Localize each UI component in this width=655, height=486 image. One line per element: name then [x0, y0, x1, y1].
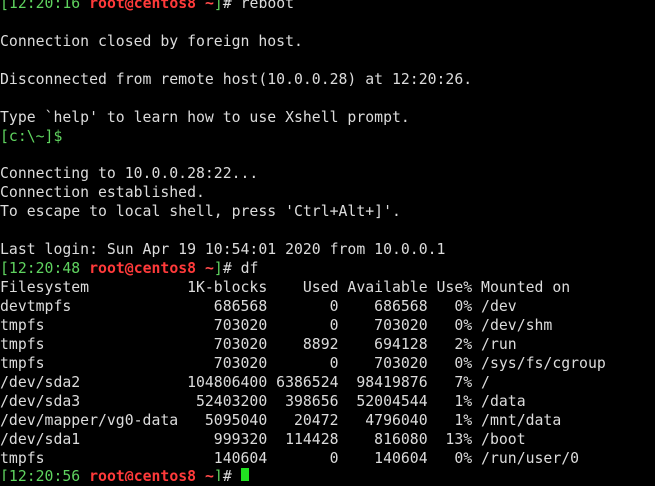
terminal-line: tmpfs 140604 0 140604 0% /run/user/0 — [0, 450, 655, 469]
prompt-at: @ — [124, 0, 134, 12]
shell-prompt-line: [12:20:56 root@centos8 ~]# — [0, 468, 655, 481]
output-text: /dev/sda2 104806400 6386524 98419876 7% … — [0, 373, 490, 391]
terminal-line: Connection established. — [0, 184, 655, 203]
prompt-bracket-open: [ — [0, 0, 9, 12]
terminal-line: [c:\~]$ — [0, 128, 655, 147]
command-text: df — [240, 260, 259, 278]
terminal-line: tmpfs 703020 8892 694128 2% /run — [0, 336, 655, 355]
output-text: Connection closed by foreign host. — [0, 32, 303, 50]
terminal-line: /dev/mapper/vg0-data 5095040 20472 47960… — [0, 412, 655, 431]
terminal-line: Connecting to 10.0.0.28:22... — [0, 165, 655, 184]
output-text: tmpfs 703020 0 703020 0% /sys/fs/cgroup — [0, 354, 606, 372]
output-text: Last login: Sun Apr 19 10:54:01 2020 fro… — [0, 241, 446, 259]
output-text: Disconnected from remote host(10.0.0.28)… — [0, 70, 473, 88]
terminal-line: Disconnected from remote host(10.0.0.28)… — [0, 71, 655, 90]
prompt-time: 12:20:48 — [8, 260, 81, 278]
prompt-path: ~ — [204, 0, 214, 12]
terminal-line: tmpfs 703020 0 703020 0% /dev/shm — [0, 317, 655, 336]
terminal-line: /dev/sda2 104806400 6386524 98419876 7% … — [0, 374, 655, 393]
prompt-bracket-close: ] — [213, 260, 223, 278]
prompt-host: centos8 — [133, 260, 197, 278]
terminal-line: Last login: Sun Apr 19 10:54:01 2020 fro… — [0, 241, 655, 260]
prompt-bracket-open: [ — [0, 260, 9, 278]
prompt-host: centos8 — [133, 468, 197, 481]
prompt-hash: # — [222, 0, 241, 12]
command-text: reboot — [240, 0, 295, 12]
prompt-hash: # — [222, 260, 241, 278]
prompt-user: root — [89, 260, 125, 278]
output-text: tmpfs 703020 0 703020 0% /dev/shm — [0, 316, 553, 334]
prompt-user: root — [89, 0, 125, 12]
prompt-time: 12:20:56 — [8, 468, 81, 481]
prompt-host: centos8 — [133, 0, 197, 12]
prompt-path: ~ — [204, 468, 214, 481]
terminal-line: Filesystem 1K-blocks Used Available Use%… — [0, 279, 655, 298]
terminal-line: Connection closed by foreign host. — [0, 33, 655, 52]
output-text: tmpfs 140604 0 140604 0% /run/user/0 — [0, 449, 580, 467]
output-text: Connecting to 10.0.0.28:22... — [0, 165, 259, 183]
output-text: Connection established. — [0, 184, 205, 202]
output-text: To escape to local shell, press 'Ctrl+Al… — [0, 203, 401, 221]
output-text: /dev/mapper/vg0-data 5095040 20472 47960… — [0, 411, 562, 429]
shell-prompt-line: [12:20:48 root@centos8 ~]# df — [0, 260, 655, 279]
local-shell-prompt: [c:\~]$ — [0, 127, 63, 145]
output-text: tmpfs 703020 8892 694128 2% /run — [0, 335, 517, 353]
output-text: /dev/sda1 999320 114428 816080 13% /boot — [0, 430, 526, 448]
terminal-line: Type `help' to learn how to use Xshell p… — [0, 109, 655, 128]
prompt-at: @ — [124, 260, 134, 278]
terminal-line: /dev/sda3 52403200 398656 52004544 1% /d… — [0, 393, 655, 412]
output-text: Filesystem 1K-blocks Used Available Use%… — [0, 279, 571, 297]
prompt-bracket-close: ] — [213, 0, 223, 12]
output-text: Type `help' to learn how to use Xshell p… — [0, 108, 410, 126]
terminal-line: devtmpfs 686568 0 686568 0% /dev — [0, 298, 655, 317]
prompt-path: ~ — [204, 260, 214, 278]
terminal-window[interactable]: [12:20:16 root@centos8 ~]# reboot Connect… — [0, 0, 655, 481]
prompt-at: @ — [124, 468, 134, 481]
shell-prompt-line: [12:20:16 root@centos8 ~]# reboot — [0, 0, 655, 14]
terminal-line: tmpfs 703020 0 703020 0% /sys/fs/cgroup — [0, 355, 655, 374]
output-text: /dev/sda3 52403200 398656 52004544 1% /d… — [0, 392, 526, 410]
terminal-line: /dev/sda1 999320 114428 816080 13% /boot — [0, 431, 655, 450]
output-text: devtmpfs 686568 0 686568 0% /dev — [0, 298, 517, 315]
text-cursor[interactable] — [240, 468, 249, 481]
prompt-hash: # — [222, 468, 241, 481]
terminal-line: To escape to local shell, press 'Ctrl+Al… — [0, 203, 655, 222]
prompt-user: root — [89, 468, 125, 481]
prompt-bracket-open: [ — [0, 468, 9, 481]
prompt-time: 12:20:16 — [8, 0, 81, 12]
prompt-bracket-close: ] — [213, 468, 223, 481]
